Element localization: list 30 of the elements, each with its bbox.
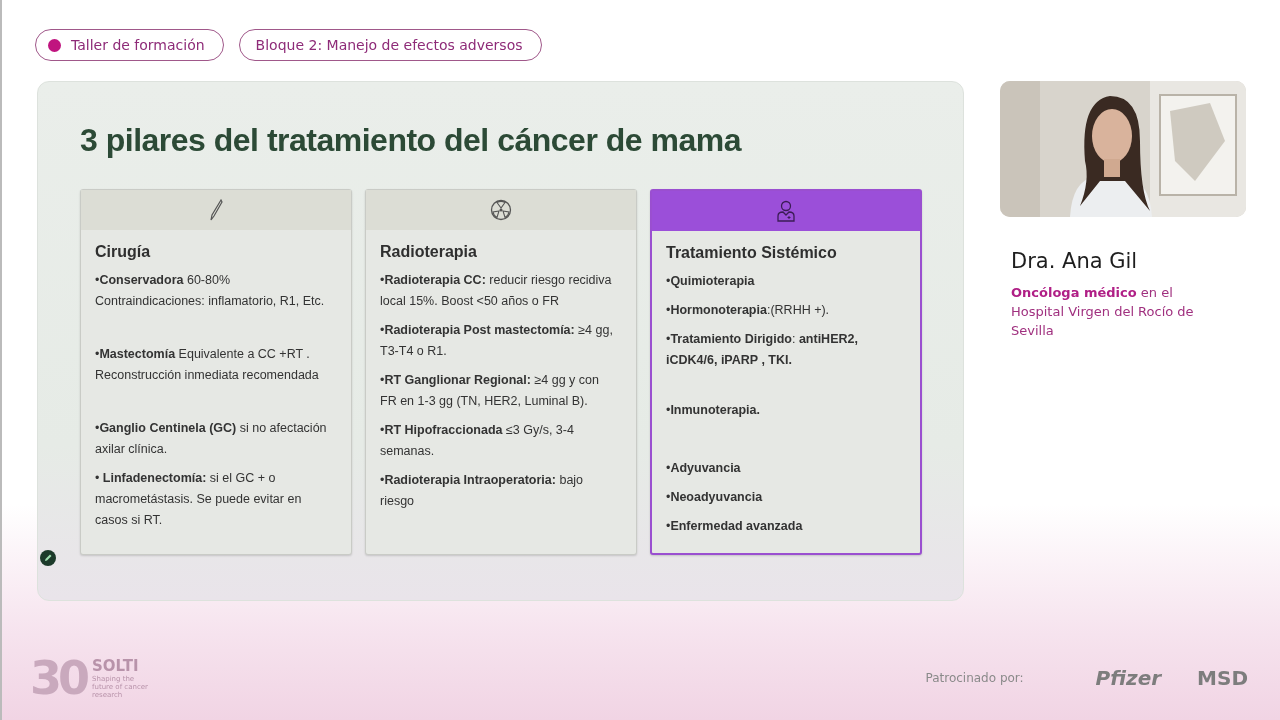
card-item: •Tratamiento Dirigido: antiHER2, iCDK4/6, iPARP , TKI. — [666, 331, 859, 369]
card-title: Radioterapia — [380, 243, 478, 261]
card-item: •Mastectomía Equivalente a CC +RT . Reconstrucción inmediata recomendada — [95, 346, 320, 384]
card-item: •Conservadora 60-80% Contraindicaciones: inflamatorio, R1, Etc. — [95, 272, 326, 310]
card-item: •RT Hipofraccionada ≤3 Gy/s, 3-4 semanas. — [380, 422, 575, 460]
card-item: •Radioterapia CC: reducir riesgo recidiva local 15%. Boost <50 años o FR — [380, 272, 613, 310]
pen-icon[interactable] — [40, 550, 56, 566]
card-item: • Linfadenectomía: si el GC + o macrometástasis. Se puede evitar en casos si RT. — [95, 470, 303, 529]
doctor-icon — [776, 200, 796, 222]
radiation-icon — [490, 199, 512, 221]
sponsor-logo: MSD — [1197, 666, 1248, 690]
sponsor-label: Patrocinado por: — [925, 671, 1024, 685]
card-item: •Inmunoterapia. — [666, 402, 761, 419]
card-item: •RT Ganglionar Regional: ≥4 gg y con FR en 1-3 gg (TN, HER2, Luminal B). — [380, 372, 600, 410]
card-item: •Radioterapia Intraoperatoria: bajo riesgo — [380, 472, 585, 510]
card-item: •Adyuvancia — [666, 460, 742, 477]
slide-title: 3 pilares del tratamiento del cáncer de mama — [80, 122, 743, 159]
card-item: •Quimioterapia — [666, 273, 756, 290]
sponsor-logo: Pfizer — [1095, 666, 1162, 690]
scalpel-icon — [209, 199, 223, 221]
card-item: •Hormonoterapia:(RRHH +). — [666, 302, 831, 319]
card-item: •Ganglio Centinela (GC) si no afectación axilar clínica. — [95, 420, 328, 458]
speaker-name: Dra. Ana Gil — [1011, 249, 1139, 273]
card-item: •Neoadyuvancia — [666, 489, 764, 506]
logo-name: SOLTI — [92, 657, 140, 675]
card-title: Tratamiento Sistémico — [666, 244, 838, 262]
card-title: Cirugía — [95, 243, 152, 261]
card-item: •Enfermedad avanzada — [666, 518, 804, 535]
speaker-role: Oncóloga médico en el Hospital Virgen del Rocío de Sevilla — [1011, 284, 1195, 340]
card-item: •Radioterapia Post mastectomía: ≥4 gg, T3-T4 o R1. — [380, 322, 614, 360]
